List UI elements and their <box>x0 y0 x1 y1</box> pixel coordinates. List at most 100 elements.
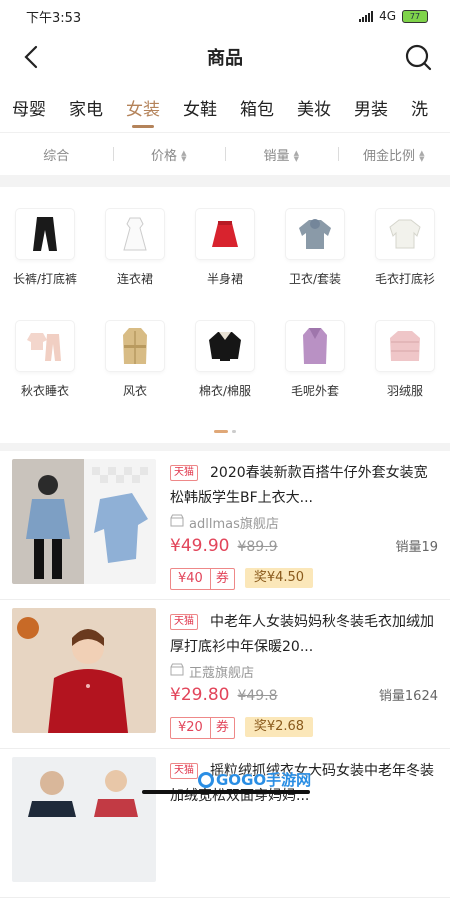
wool-coat-icon <box>286 321 344 371</box>
status-bar: 下午3:53 4G 77 <box>0 0 450 32</box>
product-card[interactable]: 天猫2020春装新款百搭牛仔外套女装宽松韩版学生BF上衣大... adllmas旗… <box>0 451 450 600</box>
product-image[interactable] <box>12 459 156 584</box>
watermark-icon <box>198 772 214 788</box>
subcategory-item[interactable]: 长裤/打底裤 <box>0 209 90 321</box>
hoodie-icon <box>286 209 344 259</box>
coupon-badge[interactable]: ¥40券 <box>170 568 235 590</box>
store-icon <box>170 514 184 531</box>
tmall-badge: 天猫 <box>170 614 198 630</box>
coupon-badge[interactable]: ¥20券 <box>170 717 235 739</box>
product-title-text: 2020春装新款百搭牛仔外套女装宽松韩版学生BF上衣大... <box>170 465 428 506</box>
sort-option[interactable]: 佣金比例 ▲▼ <box>338 145 450 164</box>
product-info: 天猫2020春装新款百搭牛仔外套女装宽松韩版学生BF上衣大... adllmas旗… <box>170 461 438 590</box>
tmall-badge: 天猫 <box>170 763 198 779</box>
sales-count: 销量1624 <box>379 685 438 704</box>
original-price: ¥49.8 <box>237 688 277 704</box>
sort-arrows-icon: ▲▼ <box>419 150 424 162</box>
product-image[interactable] <box>12 757 156 882</box>
sort-label: 销量 <box>264 149 290 164</box>
subcategory-label: 风衣 <box>123 382 147 399</box>
subcategory-label: 毛呢外套 <box>291 382 339 399</box>
back-arrow-icon[interactable] <box>22 45 42 69</box>
dress-icon <box>106 209 164 259</box>
battery-icon: 77 <box>402 10 428 23</box>
tab-category[interactable]: 洗 <box>411 95 428 120</box>
subcategory-item[interactable]: 毛呢外套 <box>270 321 360 433</box>
sort-arrows-icon: ▲▼ <box>181 150 186 162</box>
sort-arrows-icon: ▲▼ <box>294 150 299 162</box>
subcategory-item[interactable]: 秋衣睡衣 <box>0 321 90 433</box>
subcategory-label: 卫衣/套装 <box>289 270 341 287</box>
padded-jacket-icon <box>196 321 254 371</box>
page-dot-active <box>214 430 228 433</box>
subcategory-item[interactable]: 风衣 <box>90 321 180 433</box>
shop-name: 正蔻旗舰店 <box>189 662 254 681</box>
pajamas-icon <box>16 321 74 371</box>
subcategory-item[interactable]: 连衣裙 <box>90 209 180 321</box>
sort-label: 价格 <box>151 149 177 164</box>
tab-category[interactable]: 女装 <box>126 95 160 120</box>
subcategory-grid: 长裤/打底裤 连衣裙 半身裙 卫衣/套装 毛衣打底衫秋衣睡衣风衣 棉衣/棉服 毛呢外套 羽绒服 <box>0 187 450 433</box>
original-price: ¥89.9 <box>237 539 277 555</box>
product-info: 天猫中老年人女装妈妈秋冬装毛衣加绒加厚打底衫中年保暖20... 正蔻旗舰店 ¥29.… <box>170 610 438 739</box>
down-jacket-icon <box>376 321 434 371</box>
trench-coat-icon <box>106 321 164 371</box>
subcategory-item[interactable]: 毛衣打底衫 <box>360 209 450 321</box>
subcategory-label: 棉衣/棉服 <box>199 382 251 399</box>
sort-label: 综合 <box>43 149 69 164</box>
shop-name: adllmas旗舰店 <box>189 513 279 532</box>
tmall-badge: 天猫 <box>170 465 198 481</box>
sort-option[interactable]: 价格 ▲▼ <box>113 145 226 164</box>
tab-category[interactable]: 美妆 <box>297 95 331 120</box>
price-row: ¥49.90 ¥89.9 销量19 <box>170 536 438 560</box>
product-title: 天猫2020春装新款百搭牛仔外套女装宽松韩版学生BF上衣大... <box>170 461 438 511</box>
status-icons: 4G 77 <box>359 9 428 23</box>
signal-icon <box>359 11 373 22</box>
subcategory-item[interactable]: 半身裙 <box>180 209 270 321</box>
sort-label: 佣金比例 <box>363 149 415 164</box>
network-label: 4G <box>379 9 396 23</box>
coupon-label: 券 <box>210 718 234 738</box>
page-title: 商品 <box>207 44 243 70</box>
sort-option[interactable]: 销量 ▲▼ <box>225 145 338 164</box>
tag-row: ¥20券奖¥2.68 <box>170 717 438 739</box>
category-tabs: 母婴家电女装女鞋箱包美妆男装洗 <box>0 82 450 132</box>
reward-badge: 奖¥4.50 <box>245 568 313 588</box>
subcategory-item[interactable]: 羽绒服 <box>360 321 450 433</box>
subcategory-panel: 长裤/打底裤 连衣裙 半身裙 卫衣/套装 毛衣打底衫秋衣睡衣风衣 棉衣/棉服 毛呢外套 羽绒服 <box>0 187 450 443</box>
product-card[interactable]: 天猫中老年人女装妈妈秋冬装毛衣加绒加厚打底衫中年保暖20... 正蔻旗舰店 ¥29.… <box>0 600 450 749</box>
search-icon[interactable] <box>404 43 432 71</box>
home-indicator[interactable] <box>142 790 310 794</box>
tab-category[interactable]: 母婴 <box>12 95 46 120</box>
subcategory-label: 半身裙 <box>207 270 243 287</box>
shop-row[interactable]: 正蔻旗舰店 <box>170 662 438 680</box>
page-dot <box>232 430 236 433</box>
sort-option[interactable]: 综合 <box>0 145 113 164</box>
tab-category[interactable]: 男装 <box>354 95 388 120</box>
nav-bar: 商品 <box>0 32 450 82</box>
sweater-icon <box>376 209 434 259</box>
reward-badge: 奖¥2.68 <box>245 717 313 737</box>
subcategory-label: 毛衣打底衫 <box>375 270 435 287</box>
coupon-value: ¥40 <box>171 569 210 589</box>
shop-row[interactable]: adllmas旗舰店 <box>170 513 438 531</box>
tab-category[interactable]: 女鞋 <box>183 95 217 120</box>
tab-category[interactable]: 箱包 <box>240 95 274 120</box>
page-indicator <box>0 430 450 433</box>
product-title: 天猫中老年人女装妈妈秋冬装毛衣加绒加厚打底衫中年保暖20... <box>170 610 438 660</box>
tab-category[interactable]: 家电 <box>69 95 103 120</box>
price: ¥49.90 <box>170 536 229 556</box>
subcategory-item[interactable]: 棉衣/棉服 <box>180 321 270 433</box>
coupon-label: 券 <box>210 569 234 589</box>
subcategory-label: 长裤/打底裤 <box>13 270 77 287</box>
sales-count: 销量19 <box>395 536 438 555</box>
tag-row: ¥40券奖¥4.50 <box>170 568 438 590</box>
pants-icon <box>16 209 74 259</box>
status-time: 下午3:53 <box>26 7 81 26</box>
price: ¥29.80 <box>170 685 229 705</box>
sort-bar: 综合 价格 ▲▼ 销量 ▲▼ 佣金比例 ▲▼ <box>0 132 450 175</box>
product-image[interactable] <box>12 608 156 733</box>
subcategory-label: 连衣裙 <box>117 270 153 287</box>
subcategory-item[interactable]: 卫衣/套装 <box>270 209 360 321</box>
store-icon <box>170 663 184 680</box>
